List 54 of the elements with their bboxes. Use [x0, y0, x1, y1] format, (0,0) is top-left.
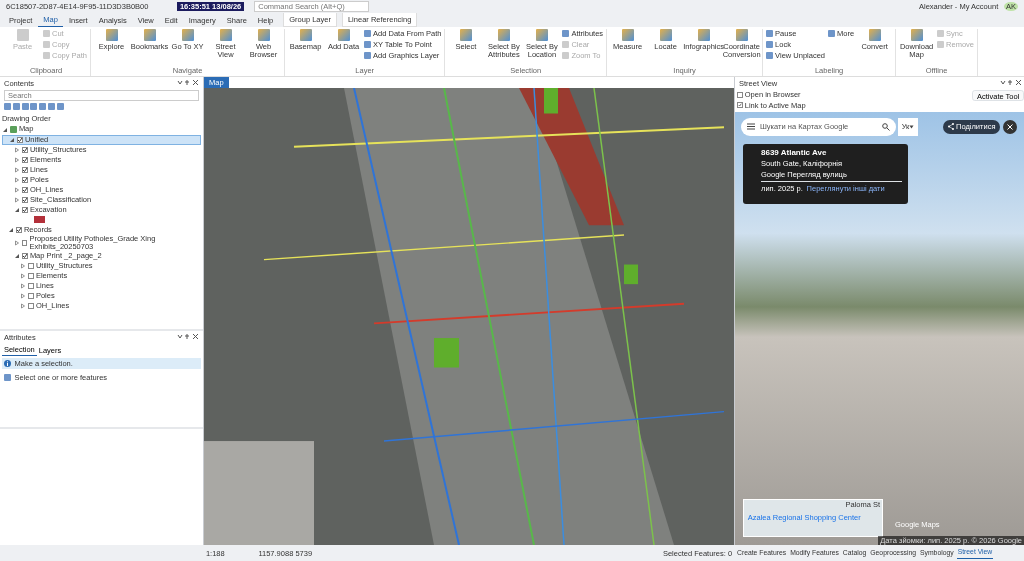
- expand-caret-icon[interactable]: [13, 240, 20, 246]
- tool-icon: [735, 29, 748, 41]
- tool-icon: [868, 29, 881, 41]
- checkbox[interactable]: [16, 136, 23, 143]
- share-icon: [948, 123, 954, 131]
- tool-icon: [828, 30, 835, 37]
- checkbox[interactable]: [21, 176, 28, 183]
- pane-controls-icon[interactable]: [177, 79, 199, 86]
- collapse-caret-icon[interactable]: [7, 226, 14, 233]
- tool-icon: [621, 29, 634, 41]
- checkbox[interactable]: [21, 146, 28, 153]
- close-button[interactable]: [1003, 119, 1017, 134]
- caret-icon: [909, 124, 915, 129]
- tool-icon: [143, 29, 156, 41]
- tool-icon: [299, 29, 312, 41]
- checkbox[interactable]: [21, 206, 28, 213]
- collapse-caret-icon[interactable]: [13, 206, 20, 213]
- info-icon: [3, 359, 11, 367]
- checkbox[interactable]: [15, 226, 22, 233]
- map-icon: [9, 126, 17, 133]
- checkbox[interactable]: [736, 91, 743, 98]
- search-icon[interactable]: [882, 122, 890, 131]
- checkbox[interactable]: [21, 166, 28, 173]
- close-icon: [1007, 123, 1013, 130]
- tool-icon: [257, 29, 270, 41]
- checkbox[interactable]: [27, 263, 34, 270]
- checkbox[interactable]: [27, 293, 34, 300]
- menu-icon[interactable]: [747, 123, 755, 131]
- pane-controls-icon[interactable]: [177, 333, 199, 340]
- tool-icon: [181, 29, 194, 41]
- tool-icon: [497, 29, 510, 41]
- tool-icon: [16, 29, 29, 41]
- pane-controls-icon[interactable]: [1000, 79, 1022, 86]
- address-text: 8639 Atlantic Ave: [761, 147, 828, 158]
- checkbox[interactable]: [21, 186, 28, 193]
- checkbox[interactable]: [736, 102, 743, 109]
- tool-icon: [910, 29, 923, 41]
- tool-icon: [337, 29, 350, 41]
- collapse-caret-icon[interactable]: [13, 253, 20, 260]
- checkbox[interactable]: [27, 283, 34, 290]
- tool-icon: [459, 29, 472, 41]
- checkbox[interactable]: [27, 273, 34, 280]
- symbol-swatch: [33, 216, 45, 224]
- tool-icon: [697, 29, 710, 41]
- checkbox[interactable]: [21, 196, 28, 203]
- checkbox[interactable]: [21, 240, 28, 246]
- checkbox[interactable]: [21, 156, 28, 163]
- tool-icon: [659, 29, 672, 41]
- checkbox[interactable]: [21, 253, 28, 260]
- tool-icon: [535, 29, 548, 41]
- selection-icon: [3, 373, 11, 381]
- checkbox[interactable]: [27, 303, 34, 310]
- tool-icon: [105, 29, 118, 41]
- tool-icon: [219, 29, 232, 41]
